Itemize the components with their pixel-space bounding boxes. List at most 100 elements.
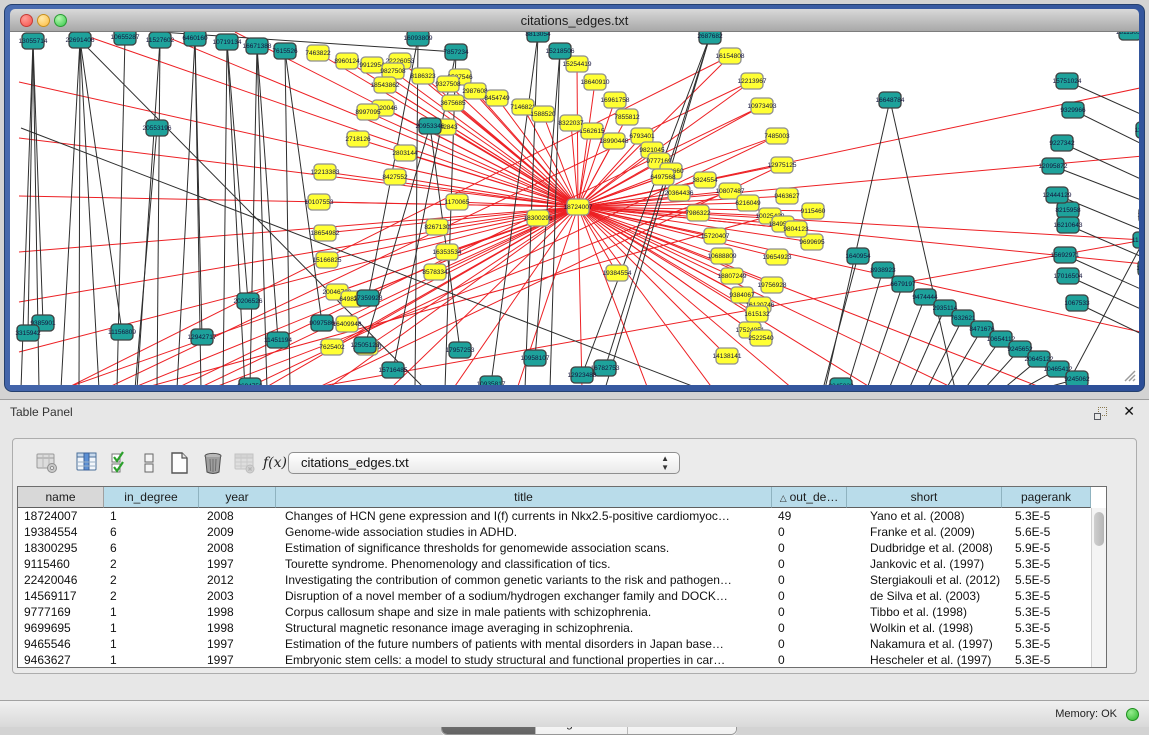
graph-node[interactable]: 1595804 xyxy=(1137,207,1139,223)
table-cell[interactable]: Yano et al. (2008) xyxy=(847,508,1002,524)
graph-node[interactable]: 6497568 xyxy=(650,169,676,185)
graph-node[interactable]: 18543862 xyxy=(371,77,400,93)
graph-node[interactable]: 16154808 xyxy=(716,48,745,64)
graph-node[interactable]: 8813054 xyxy=(525,32,551,42)
graph-node[interactable]: 3315942 xyxy=(15,325,41,341)
table-row[interactable]: 946554611997Estimation of the future num… xyxy=(18,636,1092,652)
table-cell[interactable]: 9463627 xyxy=(18,652,104,667)
graph-node[interactable]: 12213967 xyxy=(738,73,767,89)
graph-node[interactable]: 1588520 xyxy=(530,106,556,122)
graph-node[interactable]: 8960124 xyxy=(334,53,360,69)
graph-node[interactable]: 16093809 xyxy=(404,32,433,46)
graph-edge[interactable] xyxy=(137,40,160,385)
graph-node[interactable]: 2522540 xyxy=(748,330,774,346)
table-cell[interactable]: Disruption of a novel member of a sodium… xyxy=(276,588,772,604)
graph-node[interactable]: 20953346 xyxy=(416,118,445,134)
table-row[interactable]: 1456911722003Disruption of a novel membe… xyxy=(18,588,1092,604)
table-cell[interactable]: 5.3E-5 xyxy=(1002,588,1091,604)
table-cell[interactable]: 1997 xyxy=(199,652,276,667)
graph-node[interactable]: 15720407 xyxy=(701,228,730,244)
graph-node[interactable]: 1164112 xyxy=(1132,232,1139,248)
graph-node[interactable]: 12444129 xyxy=(1043,187,1072,203)
table-row[interactable]: 1872400712008Changes of HCN gene express… xyxy=(18,508,1092,524)
column-header-out_de[interactable]: △out_de… xyxy=(772,487,847,508)
table-cell[interactable]: 5.3E-5 xyxy=(1002,620,1091,636)
table-cell[interactable]: 19384554 xyxy=(18,524,104,540)
table-row[interactable]: 969969511998Structural magnetic resonanc… xyxy=(18,620,1092,636)
table-row[interactable]: 2242004622012Investigating the contribut… xyxy=(18,572,1092,588)
graph-edge[interactable] xyxy=(847,270,883,385)
table-cell[interactable]: 5.3E-5 xyxy=(1002,508,1091,524)
graph-node[interactable]: 8997095 xyxy=(355,104,381,120)
graph-node[interactable]: 1220344 xyxy=(1138,297,1139,313)
graph-node[interactable]: 10935817 xyxy=(477,376,506,385)
table-cell[interactable]: Genome-wide association studies in ADHD. xyxy=(276,524,772,540)
graph-node[interactable]: 9463627 xyxy=(774,188,800,204)
graph-edge[interactable] xyxy=(453,103,578,207)
graph-node[interactable]: 11527602 xyxy=(146,32,175,48)
graph-node[interactable]: 1770652 xyxy=(1136,260,1139,276)
graph-node[interactable]: 8215958 xyxy=(1055,202,1081,218)
delete-trash-button[interactable] xyxy=(199,448,227,478)
graph-node[interactable]: 6460160 xyxy=(182,32,208,46)
table-cell[interactable]: Estimation of significance thresholds fo… xyxy=(276,540,772,556)
table-cell[interactable]: 0 xyxy=(772,652,847,667)
graph-node[interactable]: 18113054 xyxy=(1116,32,1139,40)
graph-edge[interactable] xyxy=(285,51,322,323)
graph-node[interactable]: 10958107 xyxy=(521,350,550,366)
graph-node[interactable]: 1132544 xyxy=(1135,122,1139,138)
table-cell[interactable]: 0 xyxy=(772,540,847,556)
graph-node[interactable]: 9097586 xyxy=(309,315,335,331)
graph-edge[interactable] xyxy=(250,46,257,385)
graph-edge[interactable] xyxy=(453,207,578,385)
graph-edge[interactable] xyxy=(577,64,578,207)
table-cell[interactable]: 0 xyxy=(772,588,847,604)
column-header-title[interactable]: title xyxy=(276,487,772,508)
close-panel-icon[interactable]: ✕ xyxy=(1123,403,1135,420)
graph-node[interactable]: 7463822 xyxy=(305,45,331,61)
graph-edge[interactable] xyxy=(890,100,955,385)
table-cell[interactable]: 0 xyxy=(772,604,847,620)
graph-node[interactable]: 12213383 xyxy=(311,164,340,180)
table-row[interactable]: 1938455462009Genome-wide association stu… xyxy=(18,524,1092,540)
table-cell[interactable]: 2 xyxy=(104,556,199,572)
window-titlebar[interactable]: citations_edges.txt xyxy=(10,9,1139,32)
table-cell[interactable]: 9699695 xyxy=(18,620,104,636)
graph-node[interactable]: 6679197 xyxy=(890,276,916,292)
table-cell[interactable]: 0 xyxy=(772,572,847,588)
graph-node[interactable]: 17957253 xyxy=(446,342,475,358)
graph-node[interactable]: 1640954 xyxy=(845,248,871,264)
table-cell[interactable]: 18300295 xyxy=(18,540,104,556)
table-cell[interactable]: 0 xyxy=(772,620,847,636)
show-column-button[interactable] xyxy=(73,448,101,478)
table-cell[interactable]: 5.5E-5 xyxy=(1002,572,1091,588)
graph-node[interactable]: 3675685 xyxy=(440,95,466,111)
table-cell[interactable]: 14569117 xyxy=(18,588,104,604)
table-cell[interactable]: Jankovic et al. (1997) xyxy=(847,556,1002,572)
table-cell[interactable]: 5.3E-5 xyxy=(1002,636,1091,652)
table-cell[interactable]: 2 xyxy=(104,588,199,604)
table-selector-dropdown[interactable]: citations_edges.txt ▲▼ xyxy=(288,452,680,474)
table-cell[interactable]: Nakamura et al. (1997) xyxy=(847,636,1002,652)
graph-node[interactable]: 2718126 xyxy=(345,131,371,147)
graph-edge[interactable] xyxy=(578,207,582,385)
table-cell[interactable]: 6 xyxy=(104,524,199,540)
select-columns-check-button[interactable] xyxy=(107,448,135,478)
table-cell[interactable]: Estimation of the future numbers of pati… xyxy=(276,636,772,652)
graph-node[interactable]: 12505123 xyxy=(351,337,380,353)
table-cell[interactable]: 0 xyxy=(772,556,847,572)
table-cell[interactable]: Hescheler et al. (1997) xyxy=(847,652,1002,667)
table-cell[interactable]: 1998 xyxy=(199,604,276,620)
graph-node[interactable]: 12975125 xyxy=(768,157,797,173)
vertical-scrollbar[interactable] xyxy=(1091,508,1106,667)
graph-node[interactable]: 20206526 xyxy=(234,293,263,309)
column-header-year[interactable]: year xyxy=(199,487,276,508)
table-cell[interactable]: Corpus callosum shape and size in male p… xyxy=(276,604,772,620)
table-cell[interactable]: 9465546 xyxy=(18,636,104,652)
graph-node[interactable]: 14138141 xyxy=(713,348,742,364)
graph-node[interactable]: 22691406 xyxy=(66,32,95,48)
table-row[interactable]: 911546021997Tourette syndrome. Phenomeno… xyxy=(18,556,1092,572)
scrollbar-thumb[interactable] xyxy=(1094,512,1104,546)
graph-node[interactable]: 20364436 xyxy=(665,185,694,201)
table-settings-button[interactable] xyxy=(33,448,61,478)
